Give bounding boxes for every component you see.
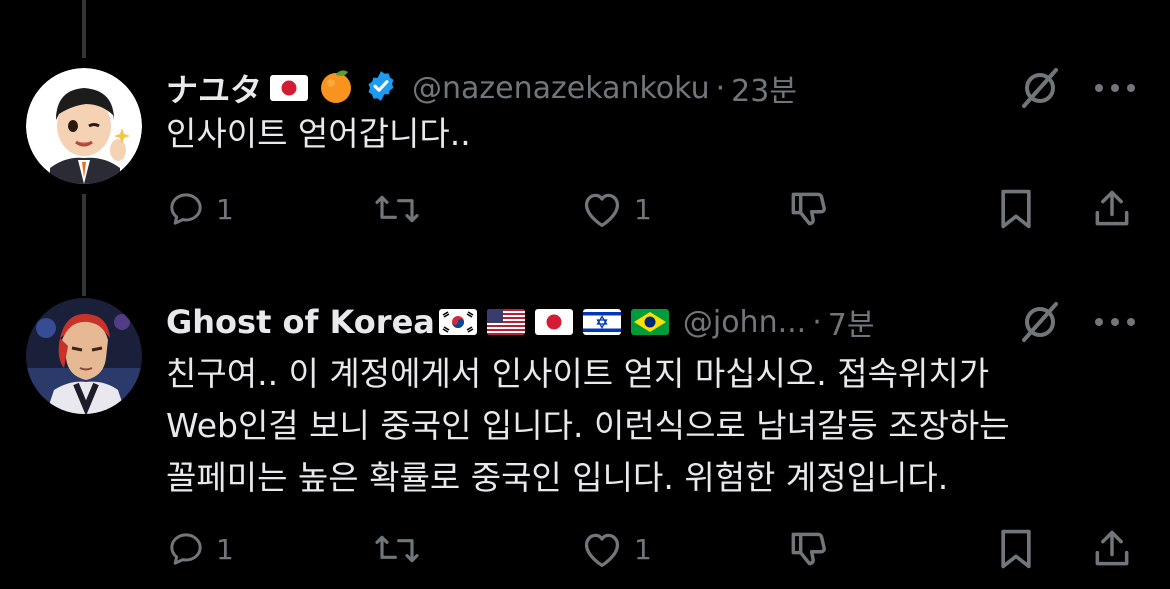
bookmark-button[interactable] bbox=[996, 526, 1036, 572]
usa-flag-icon bbox=[486, 309, 525, 335]
korea-flag-icon bbox=[438, 309, 477, 335]
separator-dot: · bbox=[715, 70, 726, 106]
avatar[interactable] bbox=[26, 68, 142, 184]
bookmark-icon bbox=[996, 187, 1036, 231]
retweet-icon bbox=[372, 189, 422, 229]
share-icon bbox=[1090, 187, 1134, 231]
display-name[interactable]: ナユタ bbox=[166, 65, 262, 111]
name-emojis bbox=[438, 309, 669, 335]
more-options-icon[interactable] bbox=[1092, 312, 1138, 332]
grok-icon[interactable] bbox=[1018, 300, 1062, 344]
dislike-button[interactable] bbox=[786, 186, 830, 232]
share-icon bbox=[1090, 527, 1134, 571]
tweet-header: ナユタ @nazenazekankoku · 23분 bbox=[166, 66, 797, 110]
name-emojis bbox=[270, 68, 398, 108]
avatar[interactable] bbox=[26, 298, 142, 414]
display-name[interactable]: Ghost of Korea bbox=[166, 303, 435, 341]
bookmark-button[interactable] bbox=[996, 186, 1036, 232]
thumbs-down-icon bbox=[786, 187, 830, 231]
retweet-button[interactable] bbox=[372, 526, 432, 572]
reply-count: 1 bbox=[216, 192, 234, 226]
timestamp[interactable]: 23분 bbox=[731, 66, 797, 110]
grok-icon[interactable] bbox=[1018, 66, 1062, 110]
orange-emoji-icon bbox=[318, 68, 354, 108]
reply-button[interactable]: 1 bbox=[166, 526, 234, 572]
thumbs-down-icon bbox=[786, 527, 830, 571]
retweet-icon bbox=[372, 529, 422, 569]
tweet-text: 친구여.. 이 계정에게서 인사이트 얻지 마십시오. 접속위치가 Web인걸 … bbox=[166, 354, 1010, 497]
share-button[interactable] bbox=[1090, 186, 1134, 232]
like-count: 1 bbox=[634, 532, 652, 566]
tweet-header: Ghost of Korea @john... · 7분 bbox=[166, 300, 874, 344]
reply-icon bbox=[166, 529, 206, 569]
user-handle[interactable]: @nazenazekankoku bbox=[412, 71, 710, 106]
verified-badge-icon bbox=[364, 69, 398, 107]
brazil-flag-icon bbox=[630, 309, 669, 335]
thread-line-middle bbox=[82, 194, 86, 296]
japan-flag-icon bbox=[270, 75, 309, 101]
user-handle[interactable]: @john... bbox=[683, 305, 806, 340]
like-count: 1 bbox=[634, 192, 652, 226]
bookmark-icon bbox=[996, 527, 1036, 571]
like-button[interactable]: 1 bbox=[580, 186, 652, 232]
reply-button[interactable]: 1 bbox=[166, 186, 234, 232]
israel-flag-icon bbox=[582, 309, 621, 335]
like-button[interactable]: 1 bbox=[580, 526, 652, 572]
reply-icon bbox=[166, 189, 206, 229]
more-options-icon[interactable] bbox=[1092, 78, 1138, 98]
separator-dot: · bbox=[812, 304, 822, 340]
heart-icon bbox=[580, 529, 624, 569]
reply-count: 1 bbox=[216, 532, 234, 566]
timestamp[interactable]: 7분 bbox=[828, 300, 875, 344]
heart-icon bbox=[580, 189, 624, 229]
thread-line-top bbox=[82, 0, 86, 58]
dislike-button[interactable] bbox=[786, 526, 830, 572]
tweet-text: 인사이트 얻어갑니다.. bbox=[166, 114, 471, 153]
share-button[interactable] bbox=[1090, 526, 1134, 572]
retweet-button[interactable] bbox=[372, 186, 432, 232]
japan-flag-icon bbox=[534, 309, 573, 335]
